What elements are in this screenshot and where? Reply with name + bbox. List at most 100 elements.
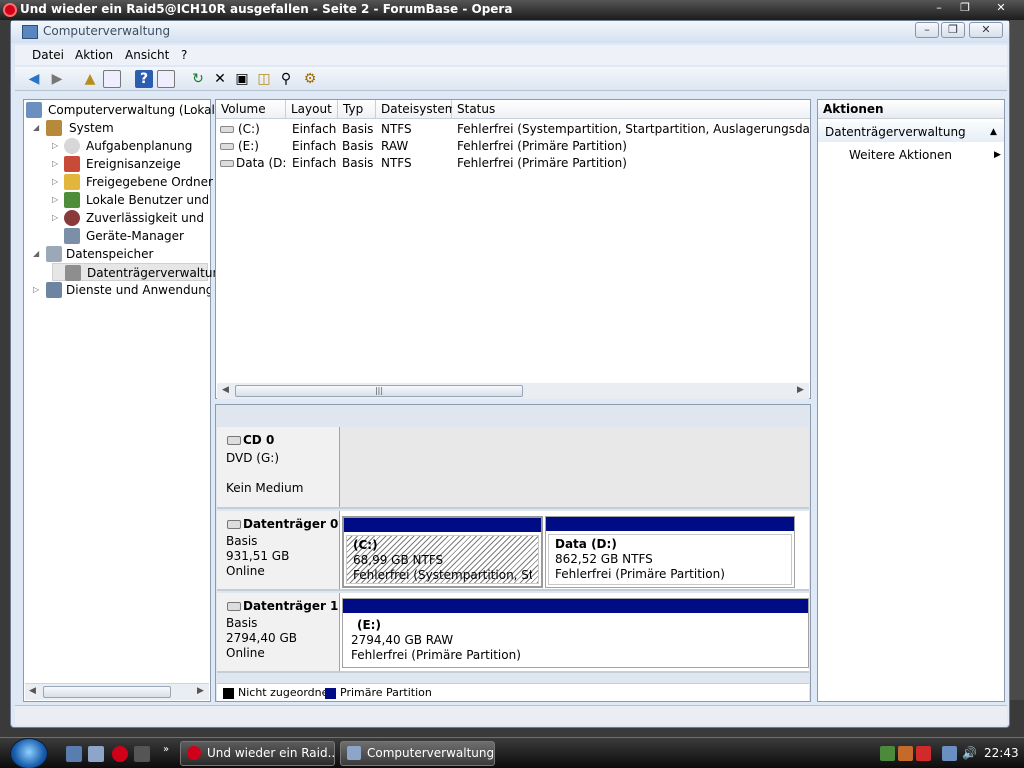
actions-pane: Aktionen Datenträgerverwaltung ▲ Weitere…: [817, 99, 1005, 702]
menu-ansicht[interactable]: Ansicht: [125, 48, 169, 62]
expand-arrow-icon[interactable]: ▷: [52, 214, 60, 222]
speaker-alert-tray-icon[interactable]: [898, 746, 913, 761]
opera-close-button[interactable]: ✕: [988, 0, 1014, 16]
expand-arrow-icon[interactable]: ▷: [52, 142, 60, 150]
column-header-volume[interactable]: Volume: [216, 100, 286, 119]
table-row[interactable]: (C:) Einfach Basis NTFS Fehlerfrei (Syst…: [216, 121, 810, 138]
partition-e[interactable]: (E:) 2794,40 GB RAW Fehlerfrei (Primäre …: [342, 598, 809, 668]
column-header-filesystem[interactable]: Dateisystem: [376, 100, 456, 119]
network-tray-icon[interactable]: [880, 746, 895, 761]
cell-layout: Einfach: [292, 139, 337, 153]
tree-label: Geräte-Manager: [86, 229, 184, 243]
delete-icon[interactable]: ✕: [211, 70, 229, 88]
collapse-up-icon[interactable]: ▲: [990, 122, 997, 142]
tree-horizontal-scrollbar[interactable]: ◀ ▶: [25, 683, 209, 700]
column-header-status[interactable]: Status: [452, 100, 810, 119]
disk-graphical-view: CD 0 DVD (G:) Kein Medium Datenträger 0 …: [215, 404, 811, 702]
column-header-layout[interactable]: Layout: [286, 100, 338, 119]
expand-arrow-icon[interactable]: ▷: [52, 196, 60, 204]
menu-aktion[interactable]: Aktion: [75, 48, 113, 62]
expand-arrow-icon[interactable]: ▷: [52, 160, 60, 168]
task-label: Und wieder ein Raid...: [207, 746, 335, 760]
clock[interactable]: 22:43: [984, 746, 1019, 760]
disk-row-cd0[interactable]: CD 0 DVD (G:) Kein Medium: [217, 427, 809, 509]
start-button[interactable]: [10, 738, 48, 768]
tree-item-reliability[interactable]: ▷ Zuverlässigkeit und Leistung: [52, 209, 208, 227]
collapse-arrow-icon[interactable]: ◢: [33, 124, 41, 132]
submenu-arrow-icon[interactable]: ▶: [994, 150, 1001, 160]
show-hide-action-pane-icon[interactable]: [157, 70, 175, 88]
forward-arrow-icon[interactable]: ▶: [48, 70, 66, 88]
partition-c[interactable]: (C:) 68,99 GB NTFS Fehlerfrei (Systempar…: [342, 516, 543, 588]
mmc-restore-button[interactable]: ❐: [941, 22, 965, 38]
disk-info-cd0: CD 0 DVD (G:) Kein Medium: [217, 427, 340, 507]
scroll-right-icon[interactable]: ▶: [797, 385, 804, 395]
volume-tray-icon[interactable]: 🔊: [962, 746, 977, 761]
actions-header: Aktionen: [818, 100, 1004, 119]
properties-icon[interactable]: ▣: [233, 70, 251, 88]
disk-row-disk0[interactable]: Datenträger 0 Basis 931,51 GB Online (C:…: [217, 511, 809, 591]
partition-d[interactable]: Data (D:) 862,52 GB NTFS Fehlerfrei (Pri…: [545, 516, 795, 588]
opera-minimize-button[interactable]: –: [926, 0, 952, 16]
computer-icon: [26, 102, 42, 118]
scroll-left-icon[interactable]: ◀: [29, 686, 36, 696]
primary-swatch: [325, 688, 336, 699]
up-folder-icon[interactable]: ▲: [81, 70, 99, 88]
taskbar-button-computer-management[interactable]: Computerverwaltung: [340, 741, 495, 766]
scroll-left-icon[interactable]: ◀: [222, 385, 229, 395]
back-arrow-icon[interactable]: ◀: [25, 70, 43, 88]
list-scroll-thumb[interactable]: |||: [235, 385, 523, 397]
actions-section-disk-management[interactable]: Datenträgerverwaltung ▲: [818, 122, 1004, 142]
tree-item-local-users[interactable]: ▷ Lokale Benutzer und Gruppen: [52, 191, 208, 209]
opera-restore-button[interactable]: ❐: [952, 0, 978, 16]
table-row[interactable]: Data (D:) Einfach Basis NTFS Fehlerfrei …: [216, 155, 810, 172]
taskbar: » Und wieder ein Raid... Computerverwalt…: [0, 737, 1024, 768]
media-quicklaunch-icon[interactable]: [134, 746, 150, 762]
column-header-type[interactable]: Typ: [338, 100, 376, 119]
show-hide-console-tree-icon[interactable]: [103, 70, 121, 88]
device-manager-icon: [64, 228, 80, 244]
more-actions-item[interactable]: Weitere Aktionen: [849, 146, 952, 164]
show-desktop-icon[interactable]: [66, 746, 82, 762]
disk-status: Kein Medium: [226, 481, 304, 495]
expand-arrow-icon[interactable]: ▷: [52, 178, 60, 186]
list-horizontal-scrollbar[interactable]: ◀ ||| ▶: [217, 383, 809, 399]
mmc-close-button[interactable]: ✕: [969, 22, 1003, 38]
settings-icon[interactable]: ⚙: [301, 70, 319, 88]
tree-item-disk-management[interactable]: Datenträgerverwaltung: [52, 263, 228, 281]
disk-state: Online: [226, 564, 265, 578]
menu-datei[interactable]: Datei: [32, 48, 64, 62]
tree-label: Computerverwaltung (Lokal): [48, 103, 220, 117]
cell-volume: (E:): [238, 139, 259, 153]
security-tray-icon[interactable]: [916, 746, 931, 761]
disk-size: 931,51 GB: [226, 549, 290, 563]
disk-row-disk1[interactable]: Datenträger 1 Basis 2794,40 GB Online (E…: [217, 593, 809, 673]
quicklaunch-overflow-icon[interactable]: »: [163, 744, 169, 755]
opera-quicklaunch-icon[interactable]: [112, 746, 128, 762]
partition-label: Data (D:): [555, 537, 617, 551]
disk-info-disk1: Datenträger 1 Basis 2794,40 GB Online: [217, 593, 340, 671]
connection-tray-icon[interactable]: [942, 746, 957, 761]
computer-management-icon: [347, 746, 361, 760]
event-log-icon: [64, 156, 80, 172]
search-icon[interactable]: ⚲: [277, 70, 295, 88]
open-folder-icon[interactable]: ◫: [255, 70, 273, 88]
help-icon[interactable]: ?: [135, 70, 153, 88]
switch-windows-icon[interactable]: [88, 746, 104, 762]
refresh-icon[interactable]: ↻: [189, 70, 207, 88]
table-row[interactable]: (E:) Einfach Basis RAW Fehlerfrei (Primä…: [216, 138, 810, 155]
tree-item-services[interactable]: ▷ Dienste und Anwendungen: [32, 281, 210, 299]
taskbar-button-opera[interactable]: Und wieder ein Raid...: [180, 741, 335, 766]
browser-scrollbar[interactable]: [1010, 20, 1024, 700]
collapse-arrow-icon[interactable]: ◢: [33, 250, 41, 258]
menu-help[interactable]: ?: [181, 48, 187, 62]
cell-status: Fehlerfrei (Primäre Partition): [457, 139, 627, 153]
primary-partition-bar: [546, 517, 794, 531]
disk-name: Datenträger 1: [243, 599, 339, 613]
expand-arrow-icon[interactable]: ▷: [33, 286, 41, 294]
scroll-right-icon[interactable]: ▶: [197, 686, 204, 696]
primary-partition-bar: [344, 518, 541, 532]
partition-size: 862,52 GB NTFS: [555, 552, 653, 566]
mmc-minimize-button[interactable]: –: [915, 22, 939, 38]
tree-scroll-thumb[interactable]: [43, 686, 171, 698]
